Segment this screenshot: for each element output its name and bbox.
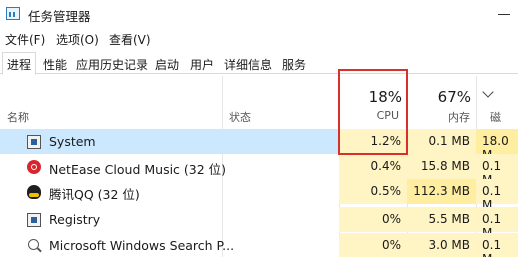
tab-bar: 进程 性能 应用历史记录 启动 用户 详细信息 服务 [0,51,518,75]
process-name: NetEase Cloud Music (32 位) [49,162,227,177]
chevron-down-icon[interactable] [482,86,494,98]
process-disk: 0.1 M [476,207,518,240]
system-icon [27,135,41,149]
process-cpu: 0% [339,233,407,257]
menu-file[interactable]: 文件(F) [5,31,45,48]
process-row[interactable]: 腾讯QQ (32 位) 0.5% 112.3 MB 0.1 M [0,179,518,212]
search-icon [28,239,39,250]
tab-details[interactable]: 详细信息 [219,52,277,74]
process-row[interactable]: Microsoft Windows Search P... 0% 3.0 MB … [0,233,518,257]
process-memory: 15.8 MB [407,154,476,179]
window-title: 任务管理器 [28,9,91,24]
title-bar: 任务管理器 [0,0,518,28]
menu-options[interactable]: 选项(O) [56,31,99,48]
process-memory: 0.1 MB [407,129,476,154]
menu-bar: 文件(F) 选项(O) 查看(V) [0,29,518,49]
minimize-button[interactable] [490,4,518,24]
process-name: Registry [49,212,101,227]
process-name: System [49,134,96,149]
registry-icon [27,213,41,227]
column-header-name[interactable]: 名称 [7,109,29,125]
process-memory: 5.5 MB [407,207,476,232]
process-row[interactable]: Registry 0% 5.5 MB 0.1 M [0,207,518,240]
process-memory: 3.0 MB [407,233,476,257]
process-name: 腾讯QQ (32 位) [49,187,140,202]
netease-cloud-music-icon [27,160,41,174]
tab-app-history[interactable]: 应用历史记录 [71,52,153,74]
process-disk: 0.1 M [476,233,518,257]
process-cpu: 0.5% [339,179,407,204]
process-row[interactable]: NetEase Cloud Music (32 位) 0.4% 15.8 MB … [0,154,518,187]
tab-services[interactable]: 服务 [277,52,311,74]
tab-processes[interactable]: 进程 [2,52,37,75]
memory-total-percent[interactable]: 67% [408,88,471,106]
qq-icon [27,185,41,199]
process-memory: 112.3 MB [407,179,476,204]
tab-startup[interactable]: 启动 [150,52,184,74]
process-cpu: 0.4% [339,154,407,179]
column-header-status[interactable]: 状态 [229,109,251,125]
process-disk: 0.1 M [476,179,518,212]
menu-view[interactable]: 查看(V) [109,31,151,48]
process-name: Microsoft Windows Search P... [49,238,235,253]
process-disk: 18.0 M [476,129,518,162]
tab-users[interactable]: 用户 [185,52,219,74]
tab-performance[interactable]: 性能 [38,52,72,74]
cpu-column-highlight [338,69,408,155]
process-cpu: 0% [339,207,407,232]
process-disk: 0.1 M [476,154,518,187]
task-manager-icon [6,7,20,20]
process-row[interactable]: System 1.2% 0.1 MB 18.0 M [0,129,518,162]
column-header-memory[interactable]: 内存 [408,109,470,125]
column-header-disk[interactable]: 磁 [490,109,514,125]
